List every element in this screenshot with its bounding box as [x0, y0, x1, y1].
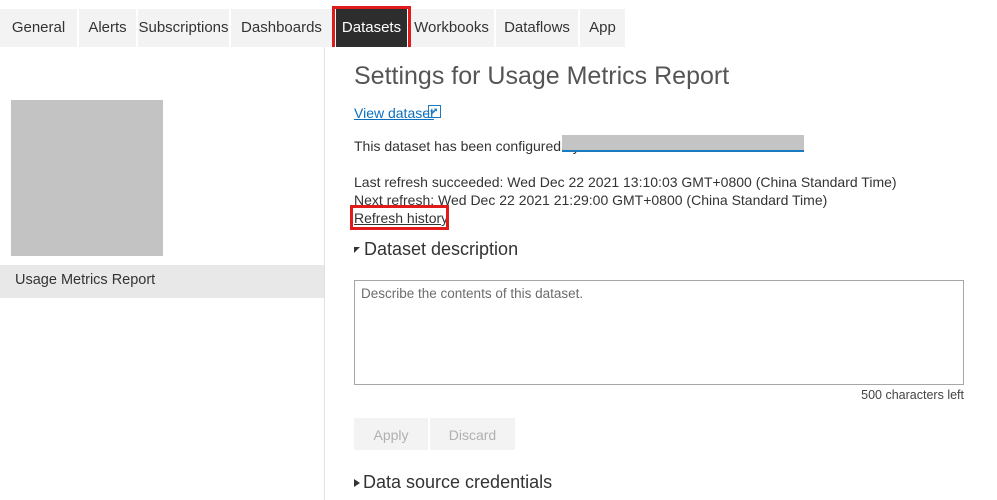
- sidebar-item-usage-metrics-report[interactable]: Usage Metrics Report: [0, 265, 324, 298]
- dataset-description-placeholder: Describe the contents of this dataset.: [361, 286, 584, 301]
- tab-general[interactable]: General: [0, 9, 77, 47]
- last-refresh-status: Last refresh succeeded: Wed Dec 22 2021 …: [354, 174, 897, 190]
- external-link-icon[interactable]: [428, 105, 441, 118]
- dataset-description-section-label: Dataset description: [364, 239, 519, 259]
- discard-button[interactable]: Discard: [430, 418, 515, 450]
- tab-alerts[interactable]: Alerts: [79, 9, 136, 47]
- settings-main-panel: Settings for Usage Metrics Report View d…: [326, 47, 997, 500]
- data-source-credentials-section-label: Data source credentials: [363, 472, 553, 492]
- dataset-thumbnail-placeholder: [11, 100, 163, 256]
- refresh-history-link[interactable]: Refresh history: [354, 210, 448, 226]
- chevron-right-icon: [354, 479, 360, 487]
- configured-by-text: This dataset has been configured by: [354, 138, 580, 154]
- settings-tab-bar: General Alerts Subscriptions Dashboards …: [0, 0, 997, 50]
- dataset-description-section-header[interactable]: Dataset description: [354, 239, 518, 260]
- configured-by-redacted-value: [562, 135, 804, 150]
- page-title: Settings for Usage Metrics Report: [354, 62, 730, 90]
- tab-dashboards[interactable]: Dashboards: [231, 9, 332, 47]
- view-dataset-link[interactable]: View dataset: [354, 105, 434, 121]
- tab-dataflows[interactable]: Dataflows: [496, 9, 578, 47]
- next-refresh-status: Next refresh: Wed Dec 22 2021 21:29:00 G…: [354, 192, 828, 208]
- chevron-down-icon: [354, 247, 360, 253]
- data-source-credentials-section-header[interactable]: Data source credentials: [354, 472, 552, 493]
- dataset-description-input[interactable]: Describe the contents of this dataset.: [354, 280, 964, 385]
- tab-subscriptions[interactable]: Subscriptions: [138, 9, 229, 47]
- characters-left-counter: 500 characters left: [861, 388, 964, 402]
- sidebar-item-label: Usage Metrics Report: [15, 272, 156, 288]
- apply-button[interactable]: Apply: [354, 418, 428, 450]
- dataset-list-sidebar: Usage Metrics Report: [0, 47, 325, 500]
- tab-workbooks[interactable]: Workbooks: [409, 9, 494, 47]
- configured-by-underline: [562, 150, 804, 152]
- tab-datasets[interactable]: Datasets: [336, 9, 407, 47]
- tab-app[interactable]: App: [580, 9, 625, 47]
